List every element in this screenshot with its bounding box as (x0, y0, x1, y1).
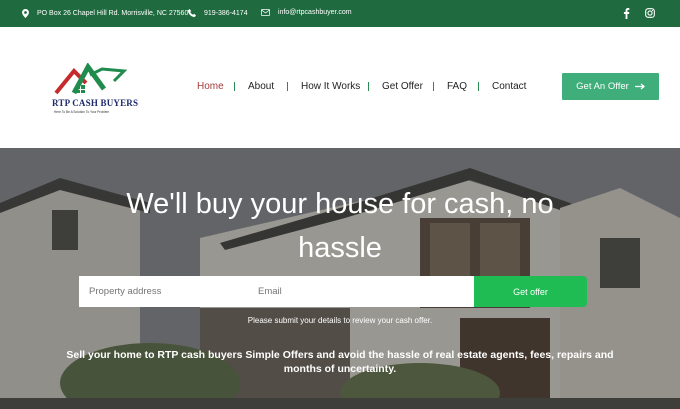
nav-separator (234, 82, 235, 91)
form-note: Please submit your details to review you… (247, 316, 433, 325)
nav-separator (368, 82, 369, 91)
logo-tagline: Here To Be A Solution To Your Problem (54, 110, 110, 114)
instagram-icon[interactable] (645, 8, 655, 18)
cta-label: Get An Offer (576, 81, 629, 92)
get-offer-submit-button[interactable]: Get offer (474, 276, 587, 307)
location-pin-icon (22, 9, 29, 18)
phone-link[interactable]: 919-386-4174 (204, 10, 248, 17)
hero-section: We'll buy your house for cash, no hassle… (0, 148, 680, 409)
site-header: RTP CASH BUYERS Here To Be A Solution To… (0, 27, 680, 148)
top-bar: PO Box 26 Chapel Hill Rd. Morrisville, N… (0, 0, 680, 27)
nav-how-it-works[interactable]: How It Works (301, 81, 360, 92)
property-address-input[interactable] (79, 276, 249, 307)
get-an-offer-button[interactable]: Get An Offer (562, 73, 659, 100)
offer-form: Get offer (79, 276, 587, 307)
arrow-right-icon (634, 83, 645, 90)
email-input[interactable] (249, 276, 474, 307)
address-text: PO Box 26 Chapel Hill Rd. Morrisville, N… (37, 10, 189, 17)
site-logo[interactable]: RTP CASH BUYERS Here To Be A Solution To… (52, 63, 138, 115)
nav-faq[interactable]: FAQ (447, 81, 467, 92)
email-info[interactable]: info@rtpcashbuyer.com (261, 9, 352, 16)
nav-separator (287, 82, 288, 91)
facebook-icon[interactable] (623, 8, 630, 19)
logo-brand: RTP CASH BUYERS (52, 98, 139, 108)
phone-info[interactable]: 919-386-4174 (188, 9, 248, 17)
nav-contact[interactable]: Contact (492, 81, 526, 92)
address-info: PO Box 26 Chapel Hill Rd. Morrisville, N… (22, 9, 188, 18)
hero-headline: We'll buy your house for cash, no hassle (126, 188, 554, 264)
envelope-icon (261, 9, 270, 16)
nav-about[interactable]: About (248, 81, 274, 92)
phone-icon (188, 9, 196, 17)
nav-get-offer[interactable]: Get Offer (382, 81, 423, 92)
hero-pitch: Sell your home to RTP cash buyers Simple… (66, 349, 614, 375)
house-roof-logo-icon (54, 63, 128, 95)
nav-separator (478, 82, 479, 91)
email-link[interactable]: info@rtpcashbuyer.com (278, 9, 352, 16)
nav-home[interactable]: Home (197, 81, 224, 92)
nav-separator (433, 82, 434, 91)
